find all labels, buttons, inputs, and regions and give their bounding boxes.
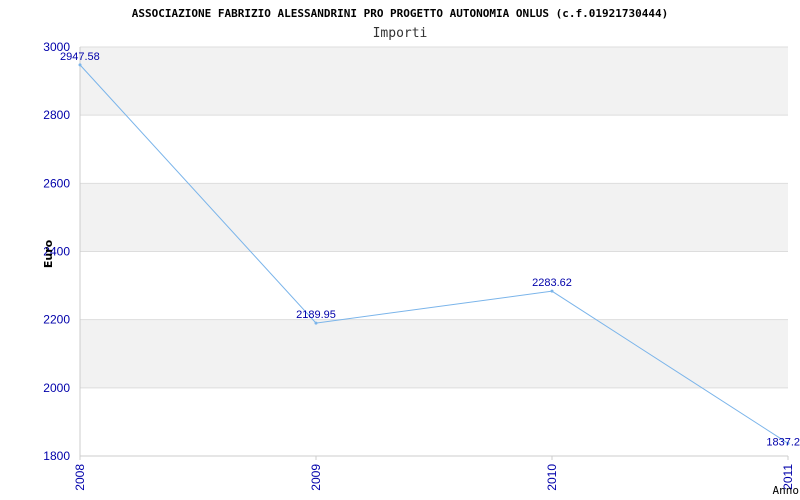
x-tick-label: 2010: [545, 464, 559, 491]
y-tick-label: 2200: [43, 313, 70, 327]
grid-bands: [80, 47, 788, 388]
data-point: [550, 289, 554, 293]
data-point: [78, 63, 82, 67]
x-axis-title: Anno: [773, 484, 800, 497]
data-point: [314, 321, 318, 325]
data-label: 2189.95: [296, 309, 336, 321]
grid-band: [80, 183, 788, 252]
grid-band: [80, 47, 788, 116]
chart-title: ASSOCIAZIONE FABRIZIO ALESSANDRINI PRO P…: [132, 7, 668, 20]
y-tick-label: 2000: [43, 381, 70, 395]
y-tick-label: 1800: [43, 449, 70, 463]
y-axis-title: Euro: [42, 239, 55, 268]
chart-subtitle: Importi: [373, 26, 428, 41]
x-tick-label: 2009: [309, 464, 323, 491]
data-label: 1837.2: [766, 436, 800, 448]
y-tick-label: 2800: [43, 108, 70, 122]
line-chart: 1800200022002400260028003000 2008 2009 201…: [42, 7, 800, 497]
grid-band: [80, 319, 788, 388]
x-tick-labels: 2008 2009 2010 2011: [73, 464, 795, 491]
x-tick-label: 2008: [73, 464, 87, 491]
y-tick-label: 2600: [43, 176, 70, 190]
data-label: 2283.62: [532, 277, 572, 289]
data-label: 2947.58: [60, 51, 100, 63]
